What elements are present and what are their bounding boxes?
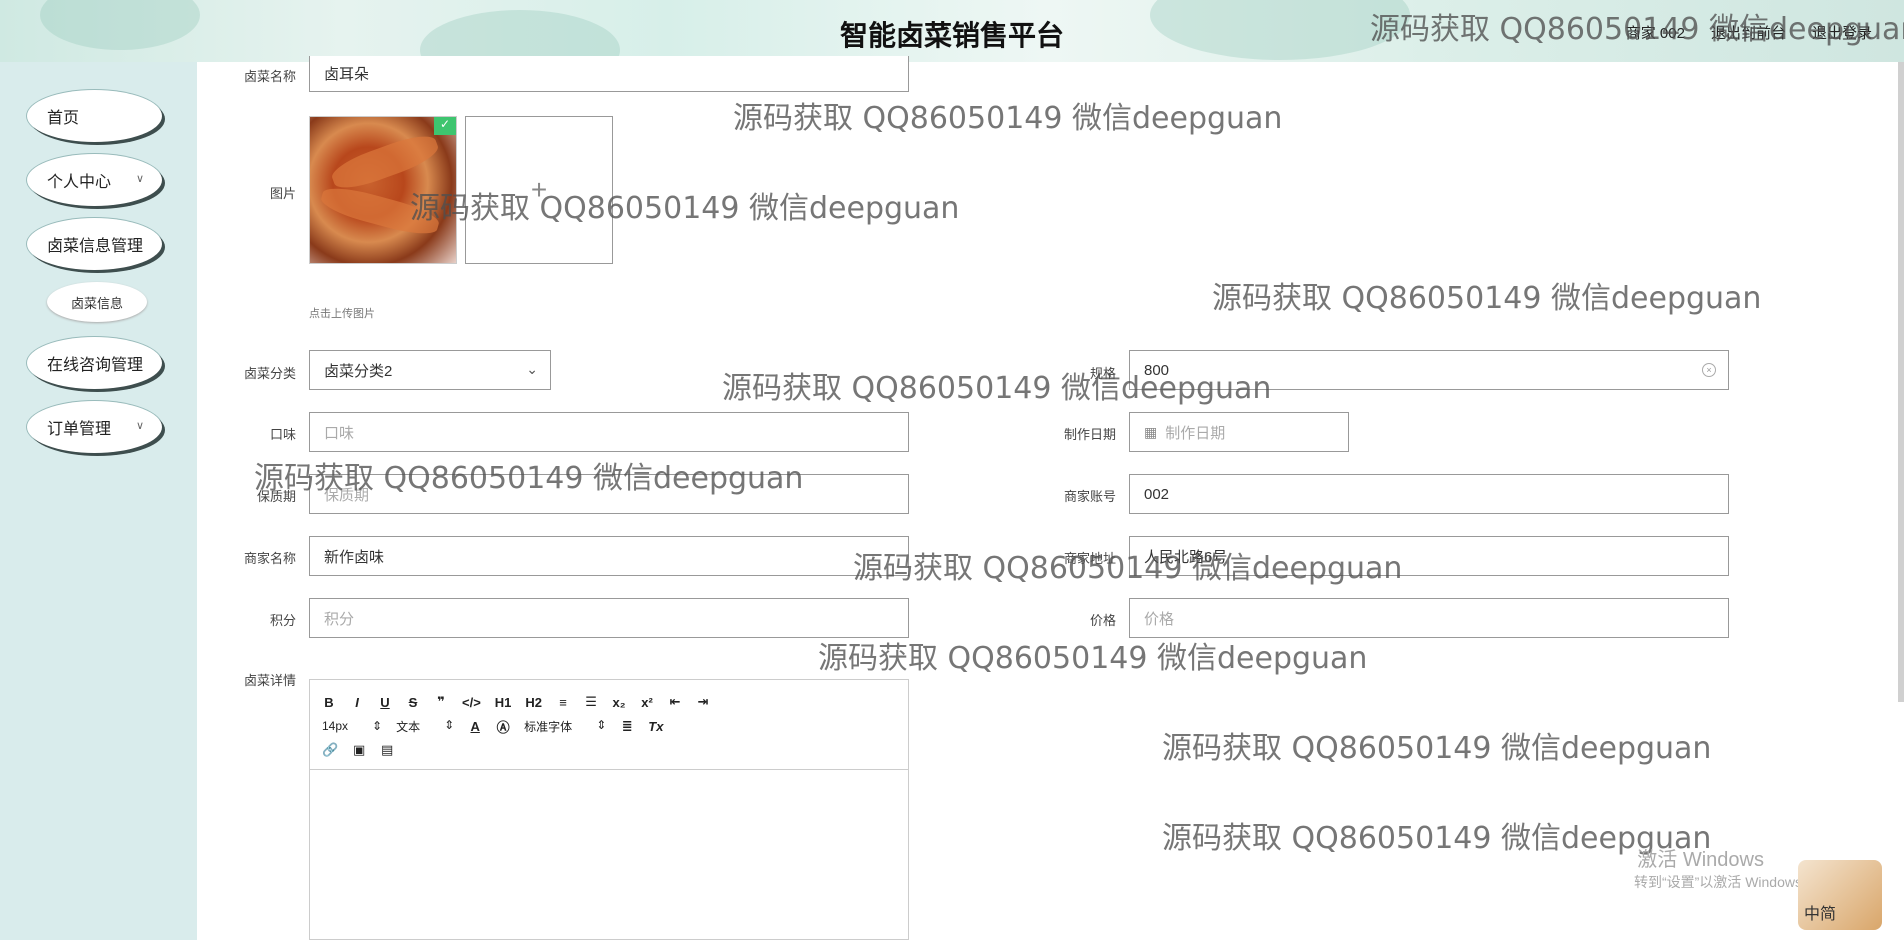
toolbar-row: 🔗 ▣ ▤: [322, 738, 896, 762]
merchant-input[interactable]: 新作卤味: [309, 536, 909, 576]
ordered-list-button[interactable]: ≡: [556, 695, 570, 710]
date-placeholder: 制作日期: [1165, 424, 1226, 442]
sidebar-item-label: 卤菜信息: [70, 295, 123, 311]
header-links: 商家 002 退出到前台 退出登录: [1626, 22, 1872, 43]
header-select[interactable]: 文本 ⇕: [396, 718, 454, 735]
image-detail: [318, 181, 442, 241]
quote-button[interactable]: ❞: [434, 694, 448, 710]
category-value: 卤菜分类2: [324, 362, 393, 380]
points-label: 积分: [269, 613, 296, 628]
ime-label: 中简: [1804, 906, 1837, 923]
shelf-label: 保质期: [256, 489, 296, 504]
video-icon[interactable]: ▤: [380, 742, 394, 758]
text-type-value: 文本: [396, 719, 421, 734]
sidebar-item-personal-center[interactable]: 个人中心 ∨: [27, 154, 162, 206]
category-label: 卤菜分类: [243, 366, 296, 381]
sidebar: 首页 个人中心 ∨ 卤菜信息管理 卤菜信息 在线咨询管理 订单管理 ∨: [0, 62, 197, 940]
header: 智能卤菜销售平台 商家 002 退出到前台 退出登录: [0, 0, 1904, 62]
upload-hint: 点击上传图片: [309, 308, 375, 320]
bullet-list-button[interactable]: ☰: [584, 694, 598, 710]
page-title: 智能卤菜销售平台: [839, 19, 1064, 52]
outdent-button[interactable]: ⇤: [668, 694, 682, 710]
merchant-label: 商家名称: [243, 551, 296, 566]
background-color-icon[interactable]: Ⓐ: [496, 717, 510, 736]
sidebar-item-label: 订单管理: [47, 421, 112, 438]
bold-button[interactable]: B: [322, 695, 336, 710]
check-icon: ✓: [434, 117, 456, 135]
updown-icon: ⇕: [372, 719, 383, 733]
scrollbar[interactable]: [1898, 62, 1904, 702]
updown-icon: ⇕: [596, 717, 607, 732]
back-to-front-link[interactable]: 退出到前台: [1711, 22, 1786, 43]
italic-button[interactable]: I: [350, 695, 364, 710]
link-icon[interactable]: 🔗: [322, 742, 338, 758]
account-input[interactable]: 002: [1129, 474, 1729, 514]
strike-button[interactable]: S: [406, 695, 420, 710]
sidebar-item-dish-management[interactable]: 卤菜信息管理: [27, 218, 162, 270]
toolbar-row: 14px ⇕ 文本 ⇕ A Ⓐ 标准字体 ⇕ ≣ Tx: [322, 714, 896, 738]
font-family-value: 标准字体: [524, 719, 573, 734]
windows-activation-hint: 转到“设置”以激活 Windows。: [1633, 874, 1816, 890]
spec-value: 800: [1144, 361, 1170, 379]
image-icon[interactable]: ▣: [352, 742, 366, 758]
font-size-value: 14px: [322, 719, 349, 733]
date-label: 制作日期: [1063, 427, 1116, 442]
image-label: 图片: [269, 186, 296, 201]
rich-text-editor: B I U S ❞ </> H1 H2 ≡ ☰ x₂ x² ⇤ ⇥ 14px ⇕ …: [309, 679, 909, 940]
font-size-select[interactable]: 14px ⇕: [322, 719, 382, 733]
category-select[interactable]: 卤菜分类2 ⌄: [309, 350, 551, 390]
h2-button[interactable]: H2: [525, 695, 542, 710]
updown-icon: ⇕: [444, 717, 455, 732]
editor-toolbar: B I U S ❞ </> H1 H2 ≡ ☰ x₂ x² ⇤ ⇥ 14px ⇕ …: [310, 680, 908, 770]
chevron-down-icon: ∨: [135, 420, 144, 432]
sidebar-item-home[interactable]: 首页: [27, 90, 162, 142]
dish-image: ✓: [309, 116, 457, 264]
spec-label: 规格: [1089, 366, 1116, 381]
detail-label: 卤菜详情: [243, 673, 296, 688]
windows-activation-title: 激活 Windows: [1637, 849, 1764, 871]
spec-input[interactable]: 800 ×: [1129, 350, 1729, 390]
price-label: 价格: [1089, 613, 1116, 628]
sidebar-item-order-management[interactable]: 订单管理 ∨: [27, 401, 162, 453]
font-color-icon[interactable]: A: [468, 719, 482, 734]
shelf-input[interactable]: 保质期: [309, 474, 909, 514]
name-input[interactable]: 卤耳朵: [309, 56, 909, 92]
logout-link[interactable]: 退出登录: [1812, 22, 1872, 43]
superscript-button[interactable]: x²: [640, 695, 654, 710]
chevron-down-icon: ⌄: [526, 361, 538, 377]
address-label: 商家地址: [1063, 551, 1116, 566]
clear-format-icon[interactable]: Tx: [648, 719, 663, 734]
sidebar-item-label: 首页: [47, 110, 80, 127]
plus-icon: +: [530, 174, 548, 205]
date-input[interactable]: ▦ 制作日期: [1129, 412, 1349, 452]
chevron-down-icon: ∨: [135, 173, 144, 185]
account-label: 商家账号: [1063, 489, 1116, 504]
editor-body[interactable]: [310, 770, 908, 940]
clear-icon[interactable]: ×: [1702, 363, 1716, 377]
address-input[interactable]: 人民北路6号: [1129, 536, 1729, 576]
font-family-select[interactable]: 标准字体 ⇕: [524, 718, 606, 735]
taste-input[interactable]: 口味: [309, 412, 909, 452]
underline-button[interactable]: U: [378, 695, 392, 710]
indent-button[interactable]: ⇥: [696, 694, 710, 710]
subscript-button[interactable]: x₂: [612, 695, 626, 710]
image-detail: [328, 129, 442, 195]
align-icon[interactable]: ≣: [620, 718, 634, 734]
sidebar-item-consult-management[interactable]: 在线咨询管理: [27, 337, 162, 389]
taste-label: 口味: [269, 427, 296, 442]
code-button[interactable]: </>: [462, 695, 481, 710]
upload-button[interactable]: +: [465, 116, 613, 264]
points-input[interactable]: 积分: [309, 598, 909, 638]
sidebar-item-label: 卤菜信息管理: [47, 238, 144, 255]
calendar-icon: ▦: [1144, 423, 1158, 440]
ime-widget[interactable]: 中简: [1798, 860, 1882, 930]
toolbar-row: B I U S ❞ </> H1 H2 ≡ ☰ x₂ x² ⇤ ⇥: [322, 690, 896, 714]
sidebar-item-label: 在线咨询管理: [47, 357, 144, 374]
user-label: 商家 002: [1625, 25, 1685, 42]
sidebar-subitem-dish-info[interactable]: 卤菜信息: [47, 282, 147, 322]
sidebar-item-label: 个人中心: [47, 174, 112, 191]
name-label: 卤菜名称: [243, 69, 296, 84]
h1-button[interactable]: H1: [495, 695, 512, 710]
price-input[interactable]: 价格: [1129, 598, 1729, 638]
